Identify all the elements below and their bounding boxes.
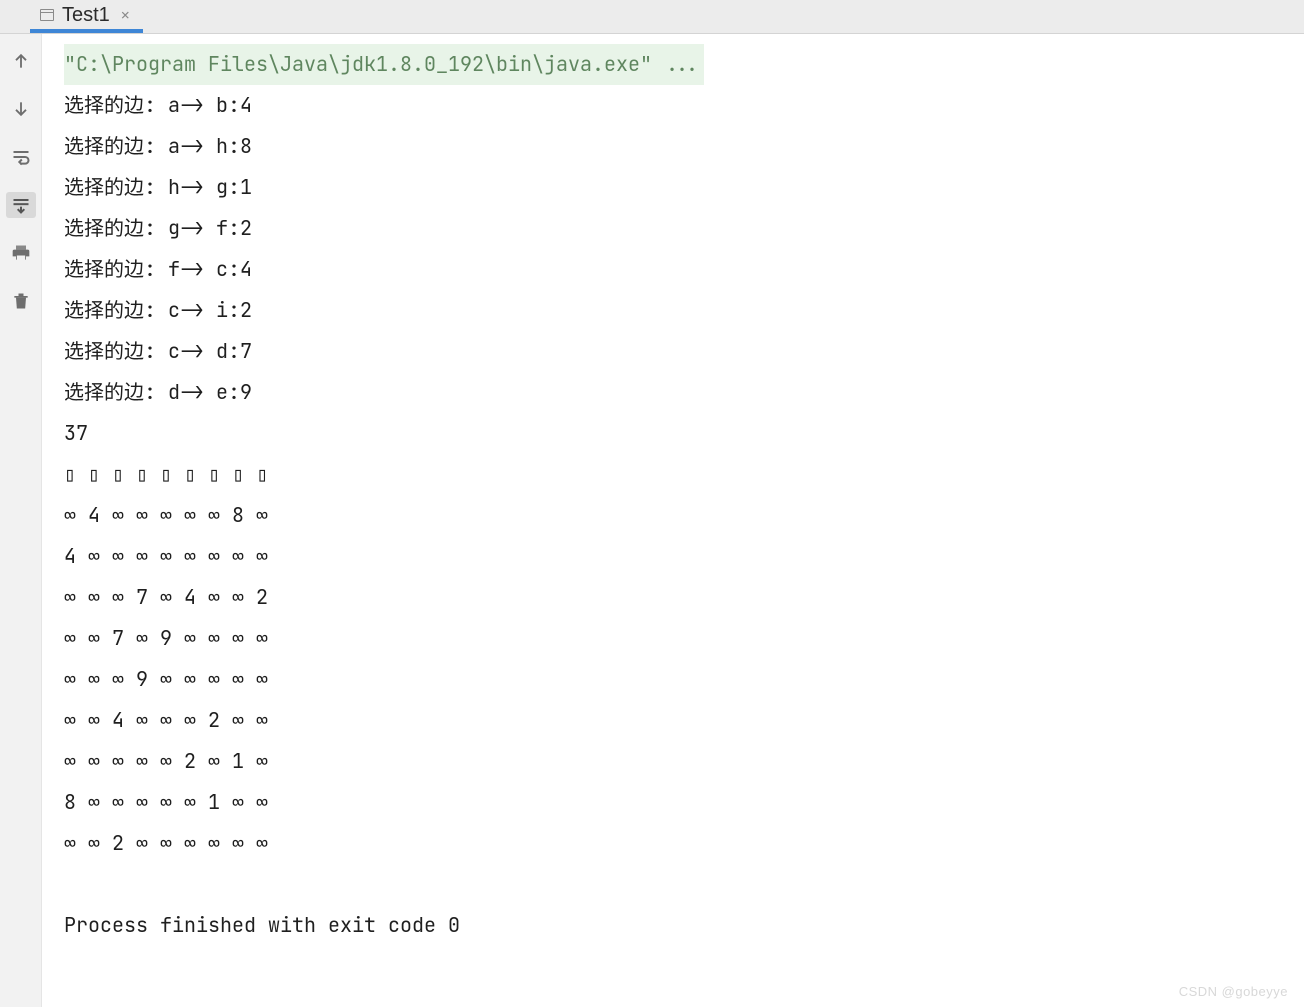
arrow-up-icon[interactable] xyxy=(8,48,34,74)
matrix-row: ∞ ∞ 4 ∞ ∞ ∞ 2 ∞ ∞ xyxy=(64,707,268,733)
matrix-row: 4 ∞ ∞ ∞ ∞ ∞ ∞ ∞ ∞ xyxy=(64,543,268,569)
close-icon[interactable]: × xyxy=(118,4,133,27)
output-total: 37 xyxy=(64,420,88,446)
watermark: CSDN @gobeyye xyxy=(1179,984,1288,999)
tab-test1[interactable]: Test1 × xyxy=(30,1,143,33)
output-line: 选择的边: a-> h:8 xyxy=(64,133,252,159)
matrix-row: ∞ 4 ∞ ∞ ∞ ∞ ∞ 8 ∞ xyxy=(64,502,268,528)
print-icon[interactable] xyxy=(8,240,34,266)
matrix-row: ∞ ∞ 2 ∞ ∞ ∞ ∞ ∞ ∞ xyxy=(64,830,268,856)
arrow-down-icon[interactable] xyxy=(8,96,34,122)
console-output[interactable]: "C:\Program Files\Java\jdk1.8.0_192\bin\… xyxy=(42,34,1304,1007)
matrix-row: ∞ ∞ ∞ 9 ∞ ∞ ∞ ∞ ∞ xyxy=(64,666,268,692)
matrix-row: ∞ ∞ ∞ ∞ ∞ 2 ∞ 1 ∞ xyxy=(64,748,268,774)
output-line: 选择的边: g-> f:2 xyxy=(64,215,252,241)
output-line: 选择的边: a-> b:4 xyxy=(64,92,252,118)
output-line: 选择的边: c-> i:2 xyxy=(64,297,252,323)
matrix-header: ▯ ▯ ▯ ▯ ▯ ▯ ▯ ▯ ▯ xyxy=(64,461,268,487)
command-line: "C:\Program Files\Java\jdk1.8.0_192\bin\… xyxy=(64,44,704,85)
matrix-row: ∞ ∞ ∞ 7 ∞ 4 ∞ ∞ 2 xyxy=(64,584,268,610)
matrix-row: 8 ∞ ∞ ∞ ∞ ∞ 1 ∞ ∞ xyxy=(64,789,268,815)
console-toolbar xyxy=(0,34,42,1007)
tab-label: Test1 xyxy=(62,4,110,27)
tab-bar: Test1 × xyxy=(0,0,1304,34)
output-line: 选择的边: h-> g:1 xyxy=(64,174,252,200)
soft-wrap-icon[interactable] xyxy=(8,144,34,170)
scroll-to-end-icon[interactable] xyxy=(6,192,36,218)
trash-icon[interactable] xyxy=(8,288,34,314)
matrix-row: ∞ ∞ 7 ∞ 9 ∞ ∞ ∞ ∞ xyxy=(64,625,268,651)
run-config-icon xyxy=(40,9,54,21)
output-line: 选择的边: f-> c:4 xyxy=(64,256,252,282)
output-line: 选择的边: d-> e:9 xyxy=(64,379,252,405)
exit-line: Process finished with exit code 0 xyxy=(64,912,460,938)
output-line: 选择的边: c-> d:7 xyxy=(64,338,252,364)
main-area: "C:\Program Files\Java\jdk1.8.0_192\bin\… xyxy=(0,34,1304,1007)
